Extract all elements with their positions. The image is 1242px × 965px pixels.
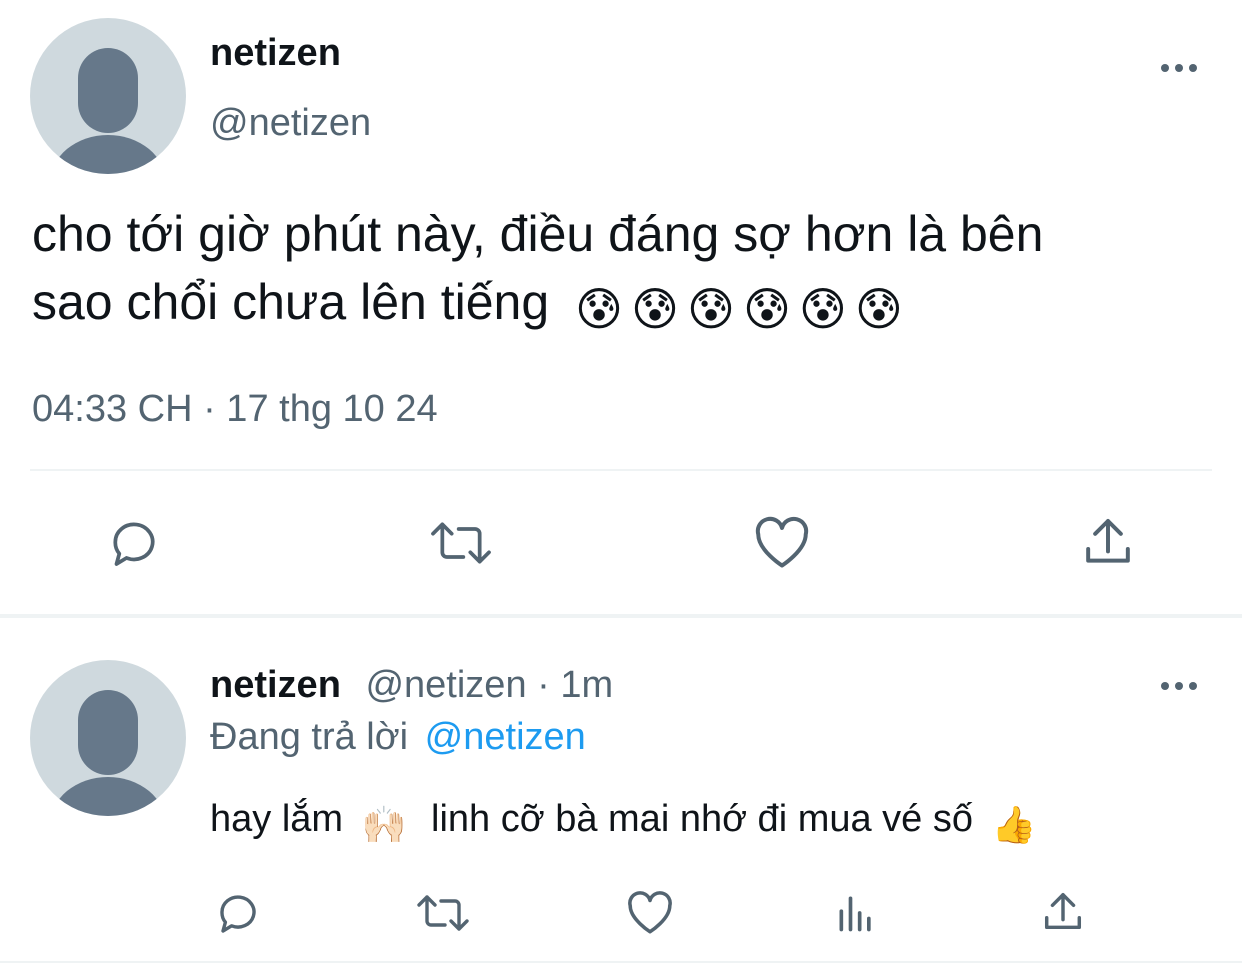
reply-handle-time[interactable]: @netizen · 1m bbox=[365, 664, 613, 706]
reply-share-icon[interactable] bbox=[1040, 888, 1086, 936]
thumbs-up-emoji: 👍 bbox=[991, 804, 1037, 845]
anxious-face-emoji: 😰 bbox=[742, 283, 791, 335]
display-name[interactable]: netizen bbox=[210, 32, 341, 75]
like-icon[interactable] bbox=[752, 515, 812, 571]
reply-header: netizen @netizen · 1m bbox=[210, 664, 613, 707]
reply-display-name[interactable]: netizen bbox=[210, 664, 341, 706]
reply-text-part-1: hay lắm bbox=[210, 798, 344, 840]
anxious-face-emoji-row: 😰 😰 😰 😰 😰 😰 bbox=[575, 274, 911, 335]
anxious-face-emoji: 😰 bbox=[854, 283, 903, 335]
replying-to: Đang trả lời @netizen bbox=[210, 716, 586, 759]
reply-like-icon[interactable] bbox=[625, 889, 675, 937]
reply-text: hay lắm 🙌🏻 linh cỡ bà mai nhớ đi mua vé … bbox=[210, 798, 1036, 846]
replying-to-link[interactable]: @netizen bbox=[425, 716, 586, 758]
default-avatar-icon bbox=[51, 690, 165, 816]
views-icon[interactable] bbox=[834, 890, 878, 936]
reply-text-part-2: linh cỡ bà mai nhớ đi mua vé số bbox=[431, 798, 973, 840]
reply-icon[interactable] bbox=[106, 515, 162, 571]
tweet-text: cho tới giờ phút này, điều đáng sợ hơn l… bbox=[32, 200, 1222, 343]
user-handle[interactable]: @netizen bbox=[210, 102, 371, 145]
reply-more-options-icon[interactable] bbox=[1161, 682, 1197, 690]
retweet-icon[interactable] bbox=[428, 515, 494, 571]
replying-to-label: Đang trả lời bbox=[210, 716, 409, 758]
tweet-text-line-1: cho tới giờ phút này, điều đáng sợ hơn l… bbox=[32, 206, 1044, 262]
section-divider bbox=[0, 614, 1242, 618]
default-avatar-icon bbox=[51, 48, 165, 174]
divider bbox=[30, 469, 1212, 471]
tweet-text-line-2: sao chổi chưa lên tiếng 😰 😰 😰 😰 😰 😰 bbox=[32, 268, 1222, 343]
bottom-divider bbox=[0, 961, 1242, 963]
raising-hands-emoji: 🙌🏻 bbox=[361, 804, 407, 845]
reply-retweet-icon[interactable] bbox=[415, 889, 471, 937]
avatar[interactable] bbox=[30, 18, 186, 174]
share-icon[interactable] bbox=[1080, 513, 1136, 571]
tweet-text-line-2-words: sao chổi chưa lên tiếng bbox=[32, 274, 550, 330]
anxious-face-emoji: 😰 bbox=[686, 283, 735, 335]
reply-avatar[interactable] bbox=[30, 660, 186, 816]
tweet-timestamp[interactable]: 04:33 CH · 17 thg 10 24 bbox=[32, 388, 438, 431]
reply-reply-icon[interactable] bbox=[214, 889, 262, 937]
anxious-face-emoji: 😰 bbox=[798, 283, 847, 335]
anxious-face-emoji: 😰 bbox=[631, 283, 679, 335]
anxious-face-emoji: 😰 bbox=[575, 283, 624, 335]
more-options-icon[interactable] bbox=[1161, 64, 1197, 72]
